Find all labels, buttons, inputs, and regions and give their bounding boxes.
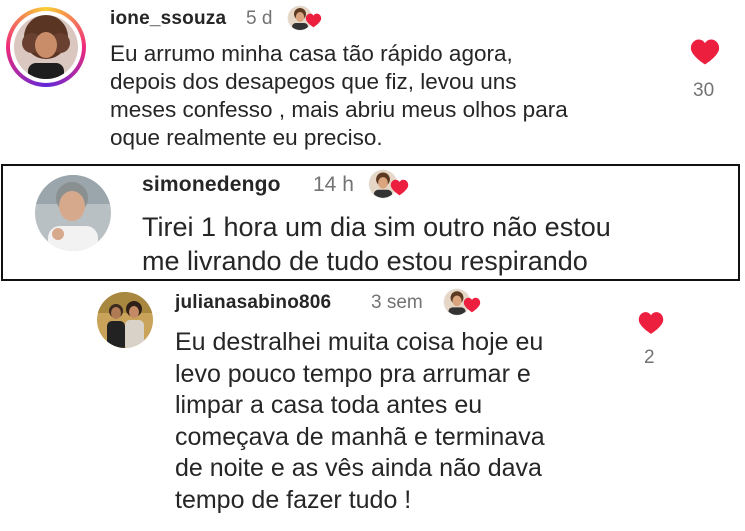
creator-liked-badge	[443, 288, 483, 318]
comment-line: levo pouco tempo pra arrumar e	[175, 359, 531, 388]
comment-time: 5 d	[246, 8, 273, 29]
comment-2: simonedengo 14 h Tirei 1 hora um dia sim…	[0, 164, 745, 281]
heart-icon[interactable]	[638, 311, 664, 335]
comment-line: Eu destralhei muita coisa hoje eu	[175, 328, 544, 356]
comment-line: de noite e as vês ainda não dava	[175, 454, 542, 482]
creator-liked-badge	[287, 5, 323, 33]
comment-line: me livrando de tudo estou respirando	[142, 246, 588, 276]
comment-line: limpar a casa toda antes eu	[175, 391, 483, 419]
comment-line: meses confesso , mais abriu meus olhos p…	[110, 97, 568, 122]
comment-time: 3 sem	[371, 292, 423, 313]
comment-line: oque realmente eu preciso.	[110, 125, 383, 150]
comment-line: começava de manhã e terminava	[175, 422, 545, 451]
comment-body: Tirei 1 hora um dia sim outro não estou …	[142, 210, 611, 278]
comment-username[interactable]: simonedengo	[142, 173, 281, 197]
creator-heart-icon	[463, 297, 481, 313]
comment-time: 14 h	[313, 173, 354, 196]
heart-icon[interactable]	[690, 38, 720, 66]
comment-username[interactable]: julianasabino806	[175, 292, 331, 314]
comment-1: ione_ssouza 5 d Eu arrumo minha casa tão…	[0, 0, 745, 160]
avatar[interactable]	[96, 291, 154, 349]
avatar[interactable]	[34, 174, 112, 252]
comment-body: Eu destralhei muita coisa hoje eu levo p…	[175, 327, 545, 516]
like-count: 30	[693, 80, 715, 101]
creator-liked-badge	[368, 169, 414, 201]
comment-body: Eu arrumo minha casa tão rápido agora, d…	[110, 40, 568, 152]
creator-heart-icon	[305, 13, 322, 28]
comment-line: depois dos desapegos que fiz, levou uns	[110, 69, 517, 94]
like-count: 2	[644, 347, 655, 368]
avatar-story-ring[interactable]	[6, 7, 86, 87]
comment-username[interactable]: ione_ssouza	[110, 8, 226, 30]
avatar	[14, 15, 78, 79]
comment-line: tempo de fazer tudo !	[175, 485, 412, 514]
creator-heart-icon	[390, 179, 409, 196]
comment-line: Tirei 1 hora um dia sim outro não estou	[142, 212, 611, 242]
comment-3: julianasabino806 3 sem Eu destralhei mui…	[0, 283, 745, 531]
comment-line: Eu arrumo minha casa tão rápido agora,	[110, 41, 513, 66]
